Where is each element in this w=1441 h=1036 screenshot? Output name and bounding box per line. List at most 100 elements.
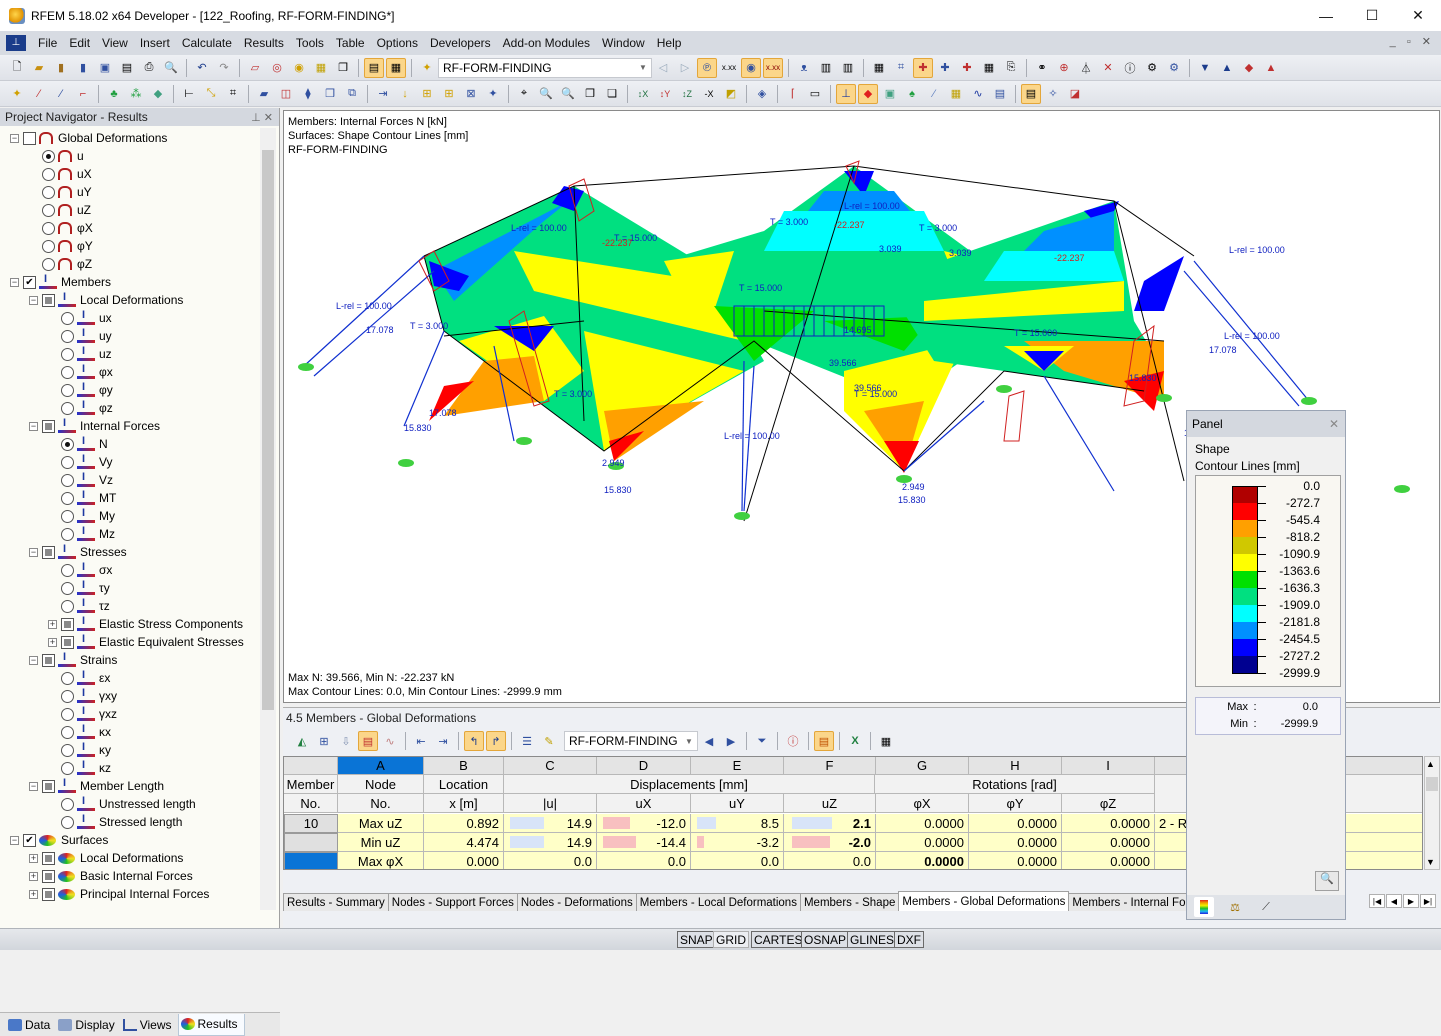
node-cell[interactable]: Min uZ	[338, 833, 424, 852]
minimize-button[interactable]: —	[1303, 0, 1349, 31]
table-chart-icon[interactable]: ∿	[380, 731, 400, 751]
table-load-case-select[interactable]: RF-FORM-FINDING ▼	[564, 731, 698, 751]
tree-item[interactable]: φY	[42, 237, 93, 255]
section-cut-icon[interactable]: ⁄	[924, 84, 944, 104]
tree-item[interactable]: + Basic Internal Forces	[29, 867, 193, 885]
menu-view[interactable]: View	[98, 36, 136, 50]
tree-item[interactable]: u	[42, 147, 84, 165]
grid-icon[interactable]: ▦	[869, 58, 889, 78]
sheet-tab[interactable]: Nodes - Deformations	[516, 893, 637, 911]
tree-item[interactable]: Stressed length	[61, 813, 182, 831]
tree-item[interactable]: − Global Deformations	[10, 129, 167, 147]
radio-button[interactable]	[42, 239, 55, 253]
tree-item[interactable]: φz	[61, 399, 113, 417]
radio-button[interactable]	[42, 257, 55, 271]
row-header[interactable]	[284, 852, 338, 869]
checkbox[interactable]	[42, 293, 55, 307]
checkbox[interactable]	[42, 653, 55, 667]
render-icon[interactable]: ◈	[752, 84, 772, 104]
checkbox[interactable]	[42, 419, 55, 433]
status-grid[interactable]: GRID	[713, 931, 749, 948]
radio-button[interactable]	[61, 329, 74, 343]
status-osnap[interactable]: OSNAP	[801, 931, 850, 948]
close-button[interactable]: ✕	[1395, 0, 1441, 31]
color-scale-tab-icon[interactable]	[1194, 897, 1214, 917]
calculator-icon[interactable]: ▦	[876, 731, 896, 751]
table-filter-icon[interactable]: ⏷	[752, 731, 772, 751]
value-cell[interactable]: 0.0000	[1062, 814, 1155, 833]
table-scrollbar[interactable]: ▲ ▼	[1424, 756, 1440, 870]
tree-item[interactable]: + Principal Internal Forces	[29, 885, 209, 903]
radio-button[interactable]	[61, 797, 74, 811]
radio-button[interactable]	[61, 671, 74, 685]
table-sort-asc-icon[interactable]: ↰	[464, 731, 484, 751]
tree-item[interactable]: φx	[61, 363, 113, 381]
tab-views[interactable]: Views	[121, 1014, 178, 1036]
value-cell[interactable]: 0.0000	[969, 833, 1062, 852]
value-cell[interactable]: 0.0	[691, 852, 784, 869]
radio-button[interactable]	[61, 437, 74, 451]
factors-tab-icon[interactable]: ⚖	[1225, 897, 1245, 917]
copy-icon[interactable]: ⧉	[342, 84, 362, 104]
tree-item[interactable]: N	[61, 435, 108, 453]
structure-grid-icon[interactable]: ▦	[979, 58, 999, 78]
tree-item[interactable]: Mz	[61, 525, 115, 543]
gears-icon[interactable]: ⚙	[1164, 58, 1184, 78]
table-pencil-icon[interactable]: ✎	[539, 731, 559, 751]
radio-button[interactable]	[61, 563, 74, 577]
tree-item[interactable]: uz	[61, 345, 112, 363]
node-cell[interactable]: Max uZ	[338, 814, 424, 833]
diagram-icon[interactable]: ∿	[968, 84, 988, 104]
checkbox[interactable]	[42, 779, 55, 793]
target-icon[interactable]: ◉	[289, 58, 309, 78]
radio-button[interactable]	[61, 743, 74, 757]
value-cell[interactable]: 0.0000	[1062, 852, 1155, 869]
status-glines[interactable]: GLINES	[847, 931, 898, 948]
tree-item[interactable]: σx	[61, 561, 112, 579]
table-sort-desc-icon[interactable]: ↱	[486, 731, 506, 751]
info-icon[interactable]: ⓘ	[1120, 58, 1140, 78]
surface-load-icon[interactable]: ⊞	[439, 84, 459, 104]
load-icon-1[interactable]: ◆	[1239, 58, 1259, 78]
tree-item[interactable]: Vz	[61, 471, 113, 489]
tree-item[interactable]: γxz	[61, 705, 117, 723]
rotate-icon[interactable]: ⊕	[1054, 58, 1074, 78]
print-icon[interactable]: ⎙	[139, 58, 159, 78]
value-cell[interactable]: 0.0	[597, 852, 691, 869]
support-load-icon-2[interactable]: ▲	[1217, 58, 1237, 78]
move-icon[interactable]: ⇥	[373, 84, 393, 104]
collapse-icon[interactable]: −	[29, 295, 38, 305]
filter-tab-icon[interactable]: ⟋	[1256, 897, 1276, 917]
show-results-icon[interactable]: ℗	[697, 57, 717, 78]
collapse-icon[interactable]: −	[10, 835, 19, 845]
value-cell[interactable]: 0.0	[784, 852, 876, 869]
tree-item[interactable]: κz	[61, 759, 111, 777]
menu-developers[interactable]: Developers	[426, 36, 499, 50]
collapse-icon[interactable]: −	[10, 277, 19, 287]
value-cell[interactable]: -2.0	[784, 833, 876, 852]
sheet-tab[interactable]: Members - Global Deformations	[898, 891, 1070, 911]
tree-item[interactable]: φZ	[42, 255, 92, 273]
tree-item[interactable]: Unstressed length	[61, 795, 196, 813]
radio-button[interactable]	[61, 707, 74, 721]
radio-button[interactable]	[61, 365, 74, 379]
section-path-icon[interactable]: ⌈	[783, 84, 803, 104]
window-icon[interactable]: ❐	[333, 58, 353, 78]
tree-item[interactable]: uY	[42, 183, 92, 201]
tree-item[interactable]: κx	[61, 723, 111, 741]
zoom-window-icon[interactable]: 🔍	[536, 84, 556, 104]
surface-results-icon[interactable]: ◆	[858, 83, 878, 104]
menu-edit[interactable]: Edit	[65, 36, 98, 50]
menu-results[interactable]: Results	[240, 36, 292, 50]
table-grid-icon[interactable]: ☰	[517, 731, 537, 751]
view-y-icon[interactable]: ↕Y	[655, 84, 675, 104]
view-x-icon[interactable]: ↕X	[633, 84, 653, 104]
checkbox[interactable]	[61, 635, 74, 649]
checkbox[interactable]: ✔	[23, 833, 36, 847]
solid-results-icon[interactable]: ▣	[880, 84, 900, 104]
checkbox[interactable]	[42, 869, 55, 883]
panel-close-icon[interactable]: ✕	[1329, 417, 1339, 431]
value-cell[interactable]: -3.2	[691, 833, 784, 852]
panel-zoom-icon[interactable]: 🔍	[1315, 871, 1339, 891]
table-previous-icon[interactable]: ◀	[699, 731, 719, 751]
